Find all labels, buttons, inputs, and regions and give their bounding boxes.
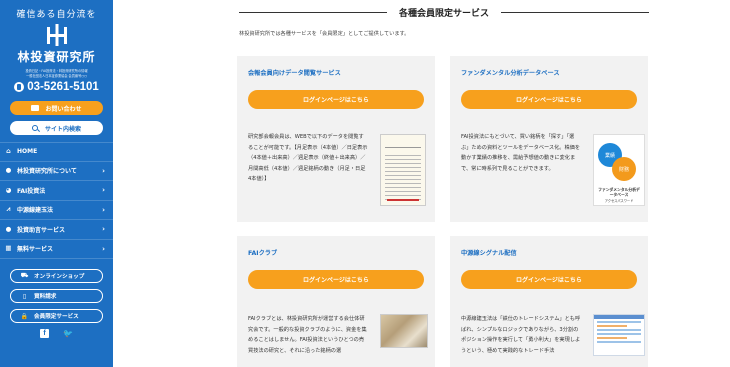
screenshot-row	[597, 329, 641, 331]
sidebar-item-chugen[interactable]: ⩘ 中源線建玉法 ›	[0, 201, 113, 221]
newsletter-image	[380, 134, 426, 206]
intro-text: 林投資研究所では各種サービスを「会員限定」としてご提供しています。	[239, 31, 410, 37]
divider	[501, 12, 650, 13]
image-caption: アクセスパスワード	[604, 199, 634, 203]
cart-icon: ⛟	[20, 272, 29, 280]
chevron-right-icon: ›	[102, 244, 105, 253]
sub-button-label: 資料請求	[34, 294, 57, 301]
lock-icon: 🔒	[20, 312, 29, 320]
sidebar-item-label: 投資助言サービス	[17, 226, 66, 234]
sidebar-item-label: 中源線建玉法	[17, 207, 54, 215]
screenshot-row	[597, 325, 627, 327]
gift-icon: ▦	[5, 244, 12, 253]
database-product-image: 業績 財務 ファンダメンタル分析データベース アクセスパスワード	[593, 134, 645, 206]
card-description: FAI投資法にもとづいて、買い銘柄を「探す」「選ぶ」ための資料とツールをデータベ…	[461, 134, 581, 172]
request-docs-button[interactable]: ▯ 資料請求	[10, 289, 103, 304]
sidebar-item-label: 無料サービス	[17, 246, 54, 254]
chart-icon: ⩘	[6, 205, 11, 214]
brand-subtext: 投資日記・FAI投資法・林投資研究所の情報 一般社団法人日本証券業協会 会員番号…	[0, 69, 113, 78]
screenshot-row	[597, 337, 627, 339]
document-icon: ▯	[22, 292, 27, 300]
site-search-button[interactable]: サイト内検索	[10, 121, 103, 136]
online-shop-button[interactable]: ⛟ オンラインショップ	[10, 269, 103, 284]
sidebar-item-home[interactable]: ⌂ HOME	[0, 142, 113, 162]
phone-label: 03-5261-5101	[27, 81, 99, 94]
image-rows	[385, 152, 421, 200]
sidebar-item-about[interactable]: ● 林投資研究所について ›	[0, 162, 113, 182]
contact-button[interactable]: お問い合わせ	[10, 101, 103, 116]
main-content: 各種会員限定サービス 林投資研究所では各種サービスを「会員限定」としてご提供して…	[113, 0, 730, 367]
screenshot-header	[594, 315, 644, 319]
card-title: ファンダメンタル分析データベース	[461, 70, 560, 77]
info-icon: ●	[5, 166, 12, 175]
chevron-right-icon: ›	[102, 166, 105, 175]
image-caption: ファンダメンタル分析データベース	[598, 187, 640, 197]
phone-icon	[14, 82, 25, 93]
sidebar-item-label: FAI投資法	[17, 187, 46, 195]
service-card-chugen-signal: 中源線シグナル配信 ログインページはこちら 中源線建玉法は「鉄仕のトレードシステ…	[450, 236, 648, 367]
divider	[239, 12, 387, 13]
screenshot-row	[597, 341, 641, 343]
tagline: 確信ある自分流を	[16, 10, 97, 20]
chat-icon: ●	[5, 224, 12, 233]
login-button[interactable]: ログインページはこちら	[461, 90, 637, 109]
phone-number[interactable]: 03-5261-5101	[0, 81, 113, 93]
signal-screenshot	[593, 314, 645, 356]
member-services-button[interactable]: 🔒 会員限定サービス	[10, 309, 103, 324]
facebook-icon[interactable]: f	[40, 329, 49, 339]
card-description: 中源線建玉法は「鉄仕のトレードシステム」とも呼ばれ、シンプルなロジックでありなが…	[461, 316, 581, 354]
club-photo	[380, 314, 428, 348]
sidebar-item-label: 林投資研究所について	[17, 168, 77, 176]
chevron-right-icon: ›	[102, 186, 105, 195]
image-header	[385, 139, 421, 148]
screenshot-row	[597, 333, 641, 335]
login-button[interactable]: ログインページはこちら	[461, 270, 637, 289]
brand-name[interactable]: 林投資研究所	[0, 48, 113, 65]
chevron-right-icon: ›	[102, 205, 105, 214]
logo-icon[interactable]	[42, 24, 72, 46]
social-links: f 🐦	[0, 329, 113, 339]
service-card-fai-club: FAIクラブ ログインページはこちら FAIクラブとは、林投資研究所が運営する会…	[237, 236, 435, 367]
section-heading: 各種会員限定サービス	[239, 6, 650, 19]
sub-button-label: 会員限定サービス	[34, 314, 79, 321]
sidebar: 確信ある自分流を 林投資研究所 投資日記・FAI投資法・林投資研究所の情報 一般…	[0, 0, 113, 367]
card-title: 中源線シグナル配信	[461, 250, 517, 257]
search-label: サイト内検索	[44, 125, 81, 133]
screenshot-row	[597, 321, 641, 323]
service-card-data-viewer: 会報会員向けデータ閲覧サービス ログインページはこちら 研究部会報会員は、WEB…	[237, 56, 435, 222]
card-title: 会報会員向けデータ閲覧サービス	[248, 70, 341, 77]
section-title: 各種会員限定サービス	[399, 9, 490, 19]
image-circle-label: 財務	[612, 157, 636, 181]
card-title: FAIクラブ	[248, 250, 278, 257]
card-description: FAIクラブとは、林投資研究所が運営する会仕体研究会です。一般的な投資クラブのよ…	[248, 316, 367, 354]
card-description: 研究部会報会員は、WEBで以下のデータを閲覧することが可能です。【月足表示（4本…	[248, 134, 368, 182]
service-card-fundamental-db: ファンダメンタル分析データベース ログインページはこちら FAI投資法にもとづい…	[450, 56, 648, 222]
twitter-icon[interactable]: 🐦	[63, 329, 73, 338]
sidebar-item-label: HOME	[17, 148, 38, 156]
sidebar-nav: ⌂ HOME ● 林投資研究所について › ◕ FAI投資法 › ⩘ 中源線建玉…	[0, 142, 113, 260]
image-footer	[387, 199, 419, 201]
home-icon: ⌂	[6, 147, 11, 156]
pie-icon: ◕	[5, 185, 12, 194]
brand-subtext-line: 一般社団法人日本証券業協会 会員番号○○	[26, 73, 87, 78]
sidebar-item-fai[interactable]: ◕ FAI投資法 ›	[0, 181, 113, 201]
login-button[interactable]: ログインページはこちら	[248, 270, 424, 289]
sidebar-item-advisory[interactable]: ● 投資助言サービス ›	[0, 220, 113, 240]
sidebar-sub-buttons: ⛟ オンラインショップ ▯ 資料請求 🔒 会員限定サービス	[0, 269, 113, 324]
sub-button-label: オンラインショップ	[34, 274, 85, 281]
sidebar-item-free[interactable]: ▦ 無料サービス ›	[0, 240, 113, 260]
chevron-right-icon: ›	[102, 225, 105, 234]
search-icon	[31, 125, 38, 132]
contact-label: お問い合わせ	[45, 105, 82, 113]
login-button[interactable]: ログインページはこちら	[248, 90, 424, 109]
mail-icon	[31, 105, 40, 112]
